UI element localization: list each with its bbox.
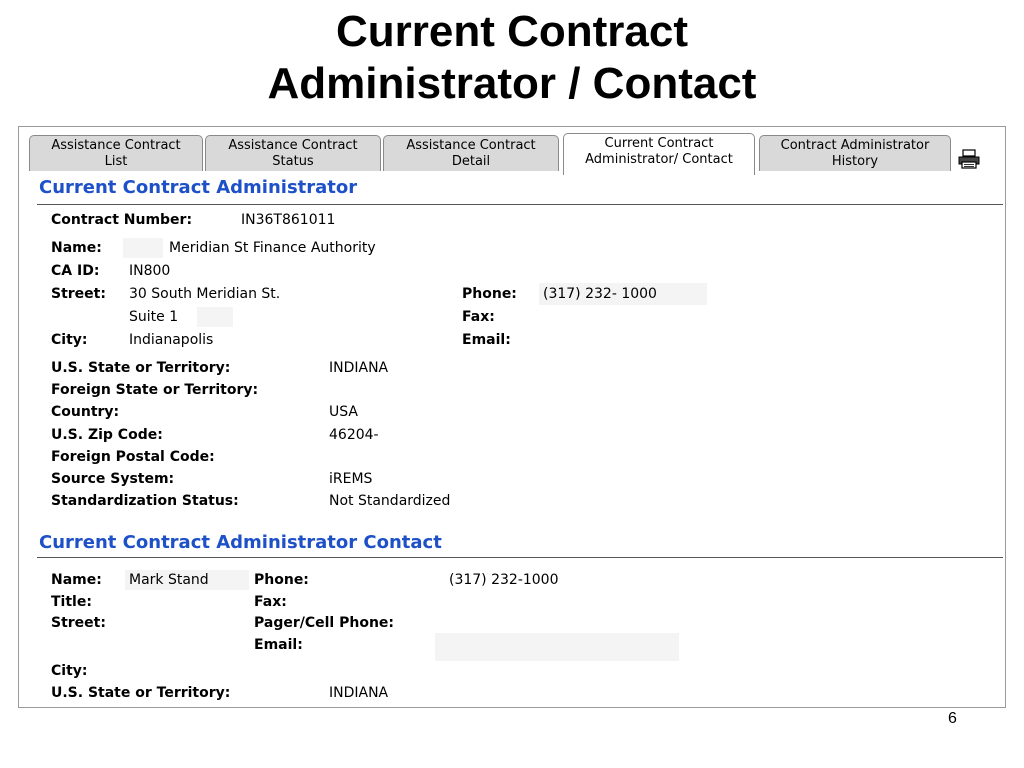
foreign-postal-code-label: Foreign Postal Code: bbox=[51, 449, 215, 465]
tab-contract-administrator-history[interactable]: Contract Administrator History bbox=[759, 135, 951, 171]
slide-title-line-2: Administrator / Contact bbox=[267, 59, 757, 108]
ca-id-value: IN800 bbox=[129, 263, 171, 279]
section-divider bbox=[37, 557, 1003, 558]
ca-id-label: CA ID: bbox=[51, 263, 100, 279]
administrator-section-title: Current Contract Administrator bbox=[39, 177, 358, 198]
source-system-label: Source System: bbox=[51, 471, 175, 487]
contact-name-value: Mark Stand bbox=[129, 572, 209, 588]
city-label: City: bbox=[51, 332, 88, 348]
country-value: USA bbox=[329, 404, 358, 420]
phone-label: Phone: bbox=[462, 286, 517, 302]
contact-street-label: Street: bbox=[51, 615, 106, 631]
tab-label-line-2: Administrator/ Contact bbox=[585, 152, 733, 167]
standardization-status-value: Not Standardized bbox=[329, 493, 451, 509]
email-label: Email: bbox=[462, 332, 511, 348]
contact-us-state-label: U.S. State or Territory: bbox=[51, 685, 231, 701]
contact-phone-value: (317) 232-1000 bbox=[449, 572, 559, 588]
phone-value: (317) 232- 1000 bbox=[543, 286, 657, 302]
source-system-value: iREMS bbox=[329, 471, 373, 487]
zip-code-label: U.S. Zip Code: bbox=[51, 427, 163, 443]
us-state-value: INDIANA bbox=[329, 360, 389, 376]
contact-us-state-value: INDIANA bbox=[329, 685, 389, 701]
tab-label-line-1: Current Contract bbox=[604, 136, 714, 151]
contact-phone-label: Phone: bbox=[254, 572, 309, 588]
contact-section-title: Current Contract Administrator Contact bbox=[39, 532, 442, 553]
contact-name-label: Name: bbox=[51, 572, 102, 588]
redacted-field bbox=[197, 307, 233, 327]
city-value: Indianapolis bbox=[129, 332, 214, 348]
administrator-name-value: Meridian St Finance Authority bbox=[169, 240, 376, 256]
slide-title-line-1: Current Contract bbox=[335, 7, 689, 56]
contact-fax-label: Fax: bbox=[254, 594, 287, 610]
slide-title: Current Contract Administrator / Contact bbox=[0, 6, 1024, 110]
tab-assistance-contract-detail[interactable]: Assistance Contract Detail bbox=[383, 135, 559, 171]
tab-label-line-1: Assistance Contract bbox=[406, 138, 536, 153]
printer-icon[interactable] bbox=[957, 149, 981, 169]
redacted-email-field bbox=[435, 633, 679, 661]
tab-label-line-2: History bbox=[831, 154, 879, 169]
section-divider bbox=[37, 204, 1003, 205]
country-label: Country: bbox=[51, 404, 120, 420]
street-label: Street: bbox=[51, 286, 106, 302]
contract-number-value: IN36T861011 bbox=[241, 212, 336, 228]
zip-code-value: 46204- bbox=[329, 427, 379, 443]
foreign-state-label: Foreign State or Territory: bbox=[51, 382, 259, 398]
fax-label: Fax: bbox=[462, 309, 495, 325]
contact-pager-label: Pager/Cell Phone: bbox=[254, 615, 395, 631]
contact-email-label: Email: bbox=[254, 637, 303, 653]
tab-label-line-1: Assistance Contract bbox=[228, 138, 358, 153]
contact-title-label: Title: bbox=[51, 594, 92, 610]
tab-assistance-contract-list[interactable]: Assistance Contract List bbox=[29, 135, 203, 171]
tab-label-line-2: List bbox=[104, 154, 128, 169]
contract-number-label: Contract Number: bbox=[51, 212, 193, 228]
standardization-status-label: Standardization Status: bbox=[51, 493, 239, 509]
redacted-field bbox=[123, 238, 163, 258]
tab-label-line-1: Contract Administrator bbox=[780, 138, 930, 153]
tab-label-line-2: Detail bbox=[451, 154, 491, 169]
contract-panel: Assistance Contract List Assistance Cont… bbox=[18, 126, 1006, 708]
tab-current-contract-administrator-contact[interactable]: Current Contract Administrator/ Contact bbox=[563, 133, 755, 175]
tab-assistance-contract-status[interactable]: Assistance Contract Status bbox=[205, 135, 381, 171]
street-line-2-value: Suite 1 bbox=[129, 309, 179, 325]
tab-label-line-2: Status bbox=[272, 154, 314, 169]
contact-city-label: City: bbox=[51, 663, 88, 679]
street-line-1-value: 30 South Meridian St. bbox=[129, 286, 281, 302]
us-state-label: U.S. State or Territory: bbox=[51, 360, 231, 376]
page-number: 6 bbox=[948, 710, 957, 727]
name-label: Name: bbox=[51, 240, 102, 256]
tab-label-line-1: Assistance Contract bbox=[51, 138, 181, 153]
